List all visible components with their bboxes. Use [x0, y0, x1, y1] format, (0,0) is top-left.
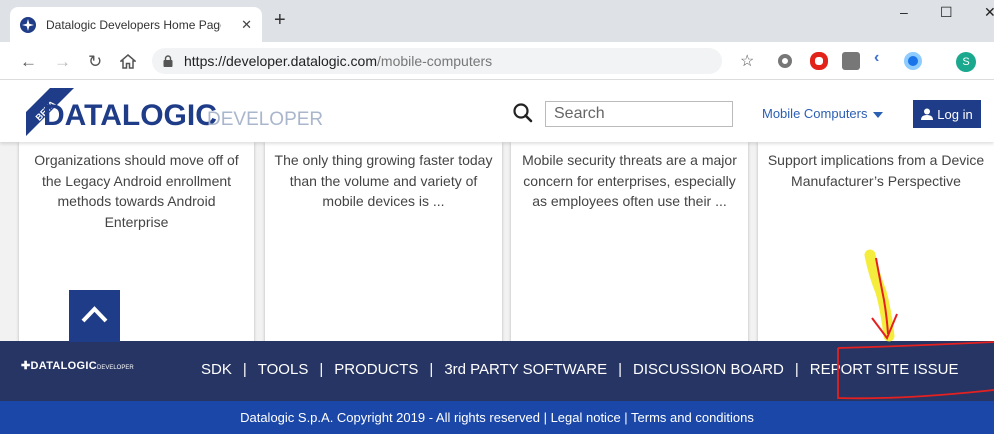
- card-excerpt: Support implications from a Device Manuf…: [767, 152, 985, 189]
- datalogic-developer-logo[interactable]: BETA DATALOGIC DEVELOPER: [26, 88, 346, 136]
- footer-separator: |: [242, 361, 247, 378]
- footer-separator: |: [618, 361, 623, 378]
- card-excerpt: Organizations should move off of the Leg…: [34, 152, 239, 230]
- caret-down-icon: [872, 111, 883, 118]
- profile-avatar[interactable]: S: [956, 52, 976, 72]
- opera-extension-icon[interactable]: [810, 52, 828, 70]
- close-window-button[interactable]: ✕: [984, 4, 994, 21]
- chevron-up-icon: [81, 306, 108, 323]
- user-icon: [921, 108, 934, 120]
- reload-icon[interactable]: ↻: [88, 52, 102, 72]
- address-bar[interactable]: https://developer.datalogic.com/mobile-c…: [152, 48, 722, 74]
- footer-link-products[interactable]: PRODUCTS: [334, 361, 418, 378]
- footer-link-report-site-issue[interactable]: REPORT SITE ISSUE: [810, 361, 959, 378]
- footer-link-discussion-board[interactable]: DISCUSSION BOARD: [633, 361, 784, 378]
- browser-toolbar: ← → ↻ https://developer.datalogic.com/mo…: [0, 42, 994, 80]
- close-tab-icon[interactable]: ✕: [241, 17, 252, 33]
- footer-links: SDK | TOOLS | PRODUCTS | 3rd PARTY SOFTWARE | DI…: [201, 361, 958, 378]
- article-card[interactable]: Organizations should move off of the Leg…: [19, 142, 254, 344]
- footer-link-tools[interactable]: TOOLS: [258, 361, 309, 378]
- scroll-to-top-button[interactable]: [69, 290, 120, 342]
- footer-logo-brand: DATALOGIC: [30, 360, 97, 372]
- login-button[interactable]: Log in: [913, 100, 981, 128]
- article-card[interactable]: Mobile security threats are a major conc…: [511, 142, 748, 344]
- card-excerpt: The only thing growing faster today than…: [274, 152, 493, 209]
- home-icon[interactable]: [120, 54, 136, 69]
- site-viewport: BETA DATALOGIC DEVELOPER Mobile Computer…: [0, 80, 994, 434]
- tab-title: Datalogic Developers Home Page: [46, 17, 221, 32]
- login-label: Log in: [937, 106, 973, 122]
- bookmark-star-icon[interactable]: ☆: [740, 51, 754, 71]
- site-header: BETA DATALOGIC DEVELOPER Mobile Computer…: [0, 80, 994, 142]
- dropdown-label: Mobile Computers: [762, 106, 868, 121]
- eye-extension-icon[interactable]: [904, 52, 922, 70]
- forward-arrow-icon[interactable]: →: [54, 52, 71, 72]
- logo-brand-text: DATALOGIC: [43, 99, 217, 132]
- footer-separator: |: [319, 361, 324, 378]
- article-card[interactable]: Support implications from a Device Manuf…: [758, 142, 994, 344]
- footer-logo-icon: ✚: [21, 360, 31, 372]
- new-tab-button[interactable]: +: [274, 9, 286, 32]
- lock-icon: [163, 55, 173, 67]
- shield-extension-icon[interactable]: [842, 52, 860, 70]
- back-arrow-icon[interactable]: ←: [20, 52, 37, 72]
- footer-logo-sub: DEVELOPER: [96, 365, 134, 371]
- footer-link-sdk[interactable]: SDK: [201, 361, 232, 378]
- footer-separator: |: [429, 361, 434, 378]
- logo-sub-text: DEVELOPER: [207, 109, 323, 130]
- article-card[interactable]: The only thing growing faster today than…: [265, 142, 502, 344]
- card-excerpt: Mobile security threats are a major conc…: [522, 152, 737, 209]
- browser-tab-strip: Datalogic Developers Home Page ✕ + – ☐ ✕: [0, 0, 994, 42]
- search-input[interactable]: [545, 101, 733, 127]
- url-path: /mobile-computers: [377, 53, 493, 69]
- minimize-button[interactable]: –: [900, 4, 908, 20]
- footer-link-3rd-party-software[interactable]: 3rd PARTY SOFTWARE: [444, 361, 607, 378]
- chevron-extension-icon[interactable]: ‹: [874, 49, 892, 67]
- footer-logo[interactable]: ✚DATALOGICDEVELOPER: [21, 359, 134, 372]
- browser-tab[interactable]: Datalogic Developers Home Page ✕: [10, 7, 262, 42]
- footer-nav-bar: ✚DATALOGICDEVELOPER SDK | TOOLS | PRODUCTS | 3…: [0, 341, 994, 401]
- footer-separator: |: [794, 361, 799, 378]
- maximize-button[interactable]: ☐: [940, 4, 953, 21]
- extension-ring-icon[interactable]: [778, 54, 792, 68]
- site-favicon-icon: [20, 16, 36, 33]
- search-icon[interactable]: [512, 102, 534, 124]
- mobile-computers-dropdown[interactable]: Mobile Computers: [762, 106, 883, 121]
- footer-copyright: Datalogic S.p.A. Copyright 2019 - All ri…: [0, 401, 994, 434]
- url-host: https://developer.datalogic.com: [184, 53, 378, 69]
